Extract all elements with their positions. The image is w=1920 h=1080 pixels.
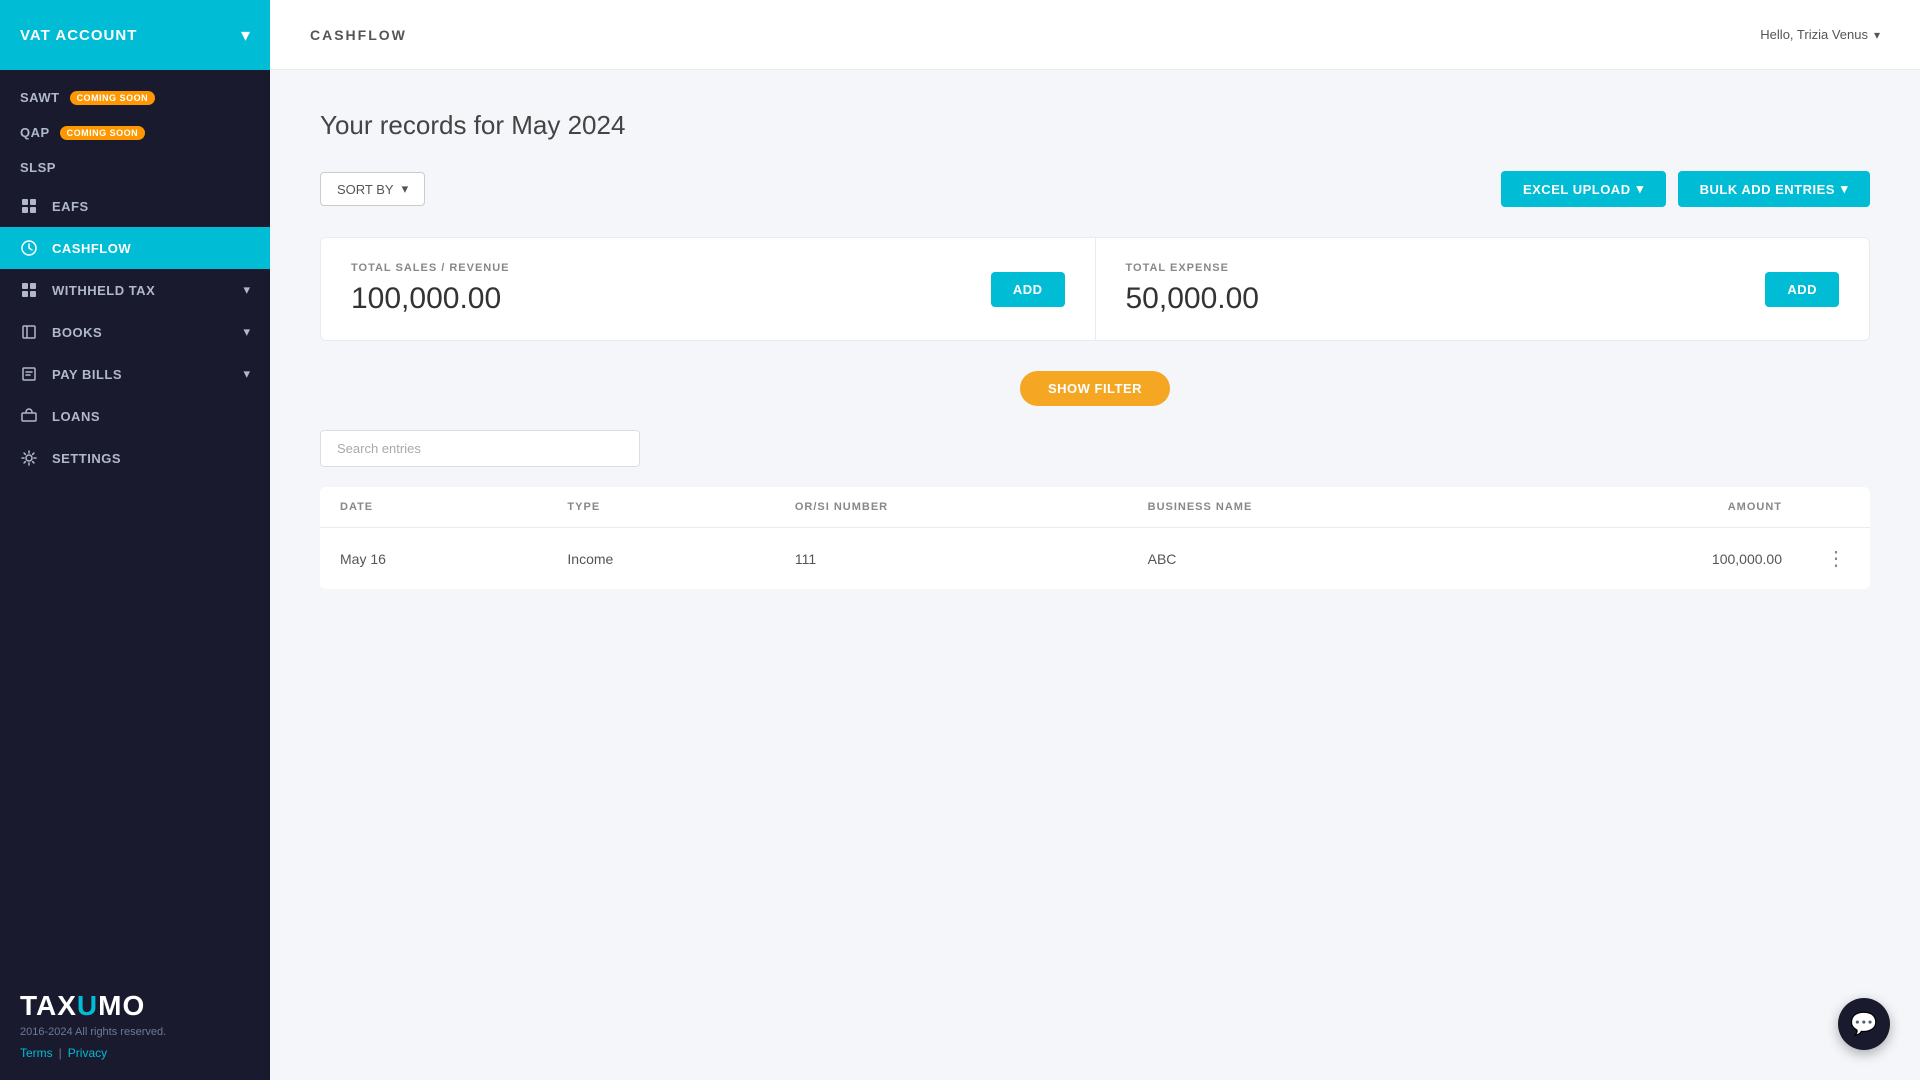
cell-amount: 100,000.00 <box>1511 528 1802 590</box>
cell-type: Income <box>547 528 774 590</box>
sidebar-nav: SAWT COMING SOON QAP COMING SOON SLSP EA… <box>0 70 270 970</box>
col-or-si: OR/SI NUMBER <box>775 487 1128 528</box>
total-expense-value: 50,000.00 <box>1126 282 1259 316</box>
main-content: CASHFLOW Hello, Trizia Venus ▾ Your reco… <box>270 0 1920 1080</box>
loans-icon <box>20 407 38 425</box>
chat-icon: 💬 <box>1850 1011 1877 1037</box>
sidebar-item-slsp[interactable]: SLSP <box>0 150 270 185</box>
content-area: Your records for May 2024 SORT BY ▾ EXCE… <box>270 70 1920 1080</box>
sidebar-item-sawt-label: SAWT <box>20 90 60 105</box>
withheld-tax-arrow: ▾ <box>243 282 250 298</box>
sort-by-label: SORT BY <box>337 182 394 197</box>
sidebar-footer: TAXUMO 2016-2024 All rights reserved. Te… <box>0 970 270 1080</box>
table-row: May 16 Income 111 ABC 100,000.00 ⋮ <box>320 528 1870 590</box>
sidebar-item-books[interactable]: BOOKS ▾ <box>0 311 270 353</box>
bulk-add-label: BULK ADD ENTRIES <box>1700 182 1835 197</box>
cell-business-name: ABC <box>1128 528 1511 590</box>
stats-row: TOTAL SALES / REVENUE 100,000.00 ADD TOT… <box>320 237 1870 341</box>
sidebar-copyright: 2016-2024 All rights reserved. <box>20 1026 250 1038</box>
bill-icon <box>20 365 38 383</box>
total-expense-block: TOTAL EXPENSE 50,000.00 ADD <box>1096 238 1870 340</box>
toolbar: SORT BY ▾ EXCEL UPLOAD ▾ BULK ADD ENTRIE… <box>320 171 1870 207</box>
sidebar-item-settings[interactable]: SETTINGS <box>0 437 270 479</box>
sidebar-item-cashflow-label: CASHFLOW <box>52 241 131 256</box>
sidebar-item-withheld-tax-label: WITHHELD TAX <box>52 283 155 298</box>
sidebar-item-pay-bills-label: PAY BILLS <box>52 367 122 382</box>
col-type: TYPE <box>547 487 774 528</box>
bulk-add-arrow: ▾ <box>1841 181 1848 197</box>
topbar-user[interactable]: Hello, Trizia Venus ▾ <box>1760 27 1880 42</box>
toolbar-right: EXCEL UPLOAD ▾ BULK ADD ENTRIES ▾ <box>1501 171 1870 207</box>
bulk-add-button[interactable]: BULK ADD ENTRIES ▾ <box>1678 171 1870 207</box>
cell-date: May 16 <box>320 528 547 590</box>
excel-upload-label: EXCEL UPLOAD <box>1523 182 1631 197</box>
table-header-row: DATE TYPE OR/SI NUMBER BUSINESS NAME AMO… <box>320 487 1870 528</box>
sidebar-item-sawt[interactable]: SAWT COMING SOON <box>0 80 270 115</box>
add-expense-button[interactable]: ADD <box>1765 272 1839 307</box>
search-input[interactable] <box>320 430 640 467</box>
search-row <box>320 430 1870 467</box>
sidebar-item-qap[interactable]: QAP COMING SOON <box>0 115 270 150</box>
sidebar-header[interactable]: VAT ACCOUNT ▾ <box>0 0 270 70</box>
sort-by-arrow: ▾ <box>402 181 409 197</box>
total-sales-label: TOTAL SALES / REVENUE <box>351 262 510 274</box>
books-arrow: ▾ <box>243 324 250 340</box>
sidebar-logo: TAXUMO <box>20 990 250 1022</box>
sidebar-item-slsp-label: SLSP <box>20 160 56 175</box>
sidebar-item-settings-label: SETTINGS <box>52 451 121 466</box>
sidebar-header-title: VAT ACCOUNT <box>20 27 137 44</box>
sidebar-item-cashflow[interactable]: CASHFLOW <box>0 227 270 269</box>
col-business-name: BUSINESS NAME <box>1128 487 1511 528</box>
sidebar-item-loans-label: LOANS <box>52 409 100 424</box>
col-date: DATE <box>320 487 547 528</box>
total-expense-label: TOTAL EXPENSE <box>1126 262 1259 274</box>
book-icon <box>20 323 38 341</box>
topbar-user-arrow: ▾ <box>1874 28 1880 42</box>
cell-actions[interactable]: ⋮ <box>1802 528 1870 590</box>
sidebar-item-withheld-tax[interactable]: WITHHELD TAX ▾ <box>0 269 270 311</box>
sidebar-item-loans[interactable]: LOANS <box>0 395 270 437</box>
pay-bills-arrow: ▾ <box>243 366 250 382</box>
sidebar-item-eafs-label: EAFS <box>52 199 89 214</box>
gear-icon <box>20 449 38 467</box>
topbar-user-greeting: Hello, Trizia Venus <box>1760 27 1868 42</box>
row-actions-button[interactable]: ⋮ <box>1822 546 1850 571</box>
chat-bubble[interactable]: 💬 <box>1838 998 1890 1050</box>
sidebar-header-arrow: ▾ <box>241 25 250 46</box>
total-sales-value: 100,000.00 <box>351 282 510 316</box>
sidebar-item-eafs[interactable]: EAFS <box>0 185 270 227</box>
sidebar-item-pay-bills[interactable]: PAY BILLS ▾ <box>0 353 270 395</box>
excel-upload-button[interactable]: EXCEL UPLOAD ▾ <box>1501 171 1666 207</box>
chart-icon <box>20 239 38 257</box>
grid-icon-2 <box>20 281 38 299</box>
show-filter-button[interactable]: SHOW FILTER <box>1020 371 1170 406</box>
filter-row: SHOW FILTER <box>320 371 1870 406</box>
cell-or-si: 111 <box>775 528 1128 590</box>
terms-link[interactable]: Terms <box>20 1046 53 1060</box>
qap-badge: COMING SOON <box>60 126 146 140</box>
privacy-link[interactable]: Privacy <box>68 1046 107 1060</box>
sidebar-item-books-label: BOOKS <box>52 325 102 340</box>
links-separator: | <box>59 1046 62 1060</box>
topbar-title: CASHFLOW <box>310 27 407 43</box>
add-sales-button[interactable]: ADD <box>991 272 1065 307</box>
excel-upload-arrow: ▾ <box>1637 181 1644 197</box>
col-actions <box>1802 487 1870 528</box>
grid-icon <box>20 197 38 215</box>
page-title: Your records for May 2024 <box>320 110 1870 141</box>
sawt-badge: COMING SOON <box>70 91 156 105</box>
sidebar-item-qap-label: QAP <box>20 125 50 140</box>
entries-table: DATE TYPE OR/SI NUMBER BUSINESS NAME AMO… <box>320 487 1870 589</box>
topbar: CASHFLOW Hello, Trizia Venus ▾ <box>270 0 1920 70</box>
col-amount: AMOUNT <box>1511 487 1802 528</box>
total-sales-block: TOTAL SALES / REVENUE 100,000.00 ADD <box>321 238 1096 340</box>
sidebar: VAT ACCOUNT ▾ SAWT COMING SOON QAP COMIN… <box>0 0 270 1080</box>
sort-by-button[interactable]: SORT BY ▾ <box>320 172 425 206</box>
sidebar-links: Terms | Privacy <box>20 1046 250 1060</box>
